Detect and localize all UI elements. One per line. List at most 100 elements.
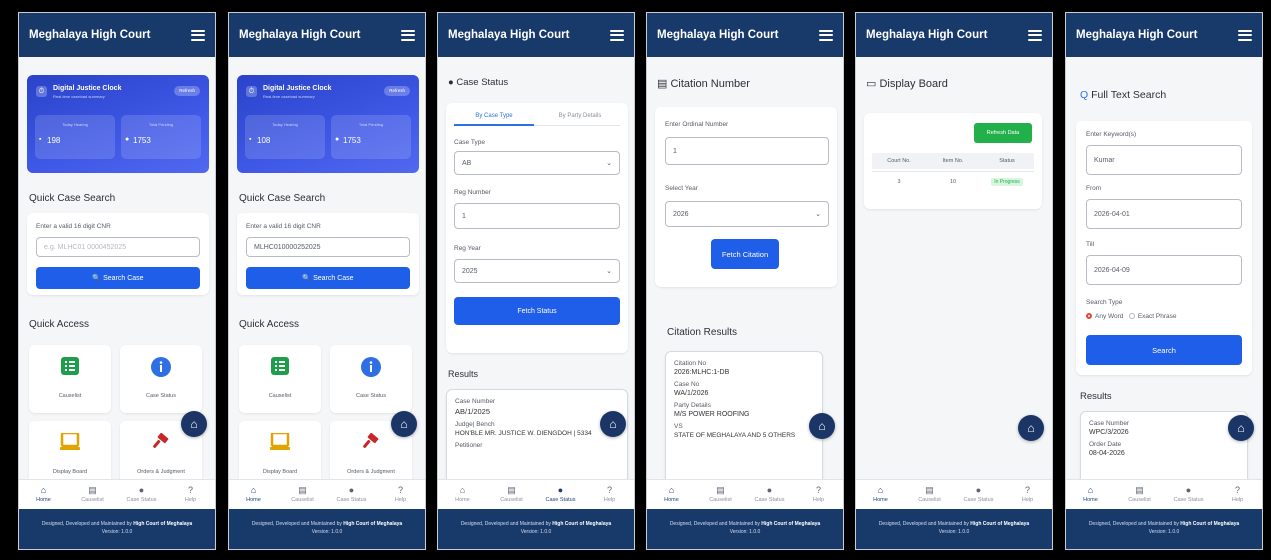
nav-home[interactable]: ⌂ Home [1066, 480, 1115, 509]
app-footer: Designed, Developed and Maintained by Hi… [229, 509, 425, 549]
nav-help[interactable]: ? Help [1003, 480, 1052, 509]
nav-help[interactable]: ? Help [376, 480, 425, 509]
nav-home[interactable]: ⌂ Home [438, 480, 487, 509]
radio-exact-phrase[interactable]: Exact Phrase [1128, 313, 1177, 320]
chevron-down-icon: ⌄ [606, 160, 612, 167]
nav-help[interactable]: ? Help [1213, 480, 1262, 509]
hamburger-icon[interactable] [401, 29, 415, 41]
result-vs: VS [674, 423, 683, 430]
refresh-button[interactable]: Refresh [174, 86, 200, 96]
refresh-button[interactable]: Refresh [384, 86, 410, 96]
nav-label: Home [873, 497, 888, 503]
fetch-status-button[interactable]: Fetch Status [454, 297, 620, 325]
search-case-label: Search Case [313, 274, 354, 282]
hamburger-icon[interactable] [819, 29, 833, 41]
year-select[interactable]: 2026 ⌄ [665, 201, 829, 227]
nav-label: Case Status [754, 497, 785, 503]
select-value: 2026 [673, 210, 689, 218]
tab-by-party-details[interactable]: By Party Details [540, 113, 620, 119]
tile-causelist[interactable]: Causelist [29, 345, 111, 413]
nav-case-status[interactable]: ● Case Status [327, 480, 376, 509]
keyword-input[interactable]: Kumar [1086, 145, 1242, 175]
result-party: M/S POWER ROOFING [674, 411, 750, 418]
tile-case-status[interactable]: Case Status [120, 345, 202, 413]
ordinal-input[interactable]: 1 [665, 137, 829, 165]
nav-causelist[interactable]: ▤ Causelist [905, 480, 954, 509]
result-label: Citation No [674, 360, 707, 367]
cnr-input[interactable]: e.g. MLHC01 0000452025 [36, 237, 200, 257]
nav-causelist[interactable]: ▤ Causelist [696, 480, 745, 509]
hamburger-icon[interactable] [1028, 29, 1042, 41]
footer-org: High Court of Meghalaya [133, 521, 193, 527]
help-icon: ? [815, 485, 821, 495]
result-label: Party Details [674, 402, 711, 409]
nav-case-status[interactable]: ● Case Status [954, 480, 1003, 509]
home-icon: ⌂ [250, 485, 257, 495]
home-fab[interactable]: ⌂ [181, 411, 207, 437]
result-case: WA/1/2026 [674, 390, 709, 397]
cnr-input[interactable]: MLHC010000252025 [246, 237, 410, 257]
help-icon: ? [187, 485, 193, 495]
result-order-date: 08-04-2026 [1089, 450, 1125, 457]
refresh-data-button[interactable]: Refresh Data [974, 123, 1032, 143]
till-label: Till [1086, 241, 1095, 248]
nav-causelist[interactable]: ▤ Causelist [278, 480, 327, 509]
nav-case-status[interactable]: ● Case Status [117, 480, 166, 509]
nav-label: Causelist [500, 497, 523, 503]
nav-case-status[interactable]: ● Case Status [536, 480, 585, 509]
search-case-button[interactable]: 🔍 Search Case [36, 267, 200, 289]
hamburger-icon[interactable] [610, 29, 624, 41]
app-footer: Designed, Developed and Maintained by Hi… [438, 509, 634, 549]
tile-display-board[interactable]: Display Board [239, 421, 321, 479]
nav-home[interactable]: ⌂ Home [229, 480, 278, 509]
result-label: Petitioner [455, 442, 483, 449]
reg-year-label: Reg Year [454, 245, 481, 252]
nav-help[interactable]: ? Help [585, 480, 634, 509]
nav-home[interactable]: ⌂ Home [856, 480, 905, 509]
home-fab[interactable]: ⌂ [1018, 415, 1044, 441]
nav-home[interactable]: ⌂ Home [19, 480, 68, 509]
from-date-input[interactable]: 2026-04-01 [1086, 199, 1242, 229]
search-case-button[interactable]: 🔍 Search Case [246, 267, 410, 289]
footer-org: High Court of Meghalaya [343, 521, 403, 527]
nav-label: Help [394, 497, 407, 503]
nav-help[interactable]: ? Help [166, 480, 215, 509]
fetch-citation-button[interactable]: Fetch Citation [711, 239, 779, 269]
nav-case-status[interactable]: ● Case Status [1164, 480, 1213, 509]
clock-icon: ⏱ [246, 86, 257, 97]
search-button[interactable]: Search [1086, 335, 1242, 365]
stat-value: 108 [257, 136, 271, 145]
home-fab[interactable]: ⌂ [391, 411, 417, 437]
till-date-input[interactable]: 2026-04-09 [1086, 255, 1242, 285]
hamburger-icon[interactable] [191, 29, 205, 41]
radio-label: Any Word [1095, 313, 1124, 320]
info-icon: ● [138, 485, 145, 495]
radio-any-word[interactable]: Any Word [1086, 313, 1123, 320]
app-footer: Designed, Developed and Maintained by Hi… [647, 509, 843, 549]
nav-causelist[interactable]: ▤ Causelist [68, 480, 117, 509]
nav-case-status[interactable]: ● Case Status [745, 480, 794, 509]
home-icon: ⌂ [818, 419, 826, 433]
results-heading: Results [448, 369, 479, 379]
nav-home[interactable]: ⌂ Home [647, 480, 696, 509]
nav-label: Causelist [291, 497, 314, 503]
nav-causelist[interactable]: ▤ Causelist [487, 480, 536, 509]
tile-display-board[interactable]: Display Board [29, 421, 111, 479]
reg-year-select[interactable]: 2025 ⌄ [454, 259, 620, 283]
nav-label: Help [1231, 497, 1244, 503]
home-fab[interactable]: ⌂ [600, 411, 626, 437]
reg-number-input[interactable]: 1 [454, 203, 620, 229]
home-fab[interactable]: ⌂ [809, 413, 835, 439]
hamburger-icon[interactable] [1238, 29, 1252, 41]
tile-case-status[interactable]: Case Status [330, 345, 412, 413]
tab-by-case-type[interactable]: By Case Type [454, 113, 534, 119]
search-form: Enter Keyword(s) Kumar From 2026-04-01 T… [1076, 121, 1252, 375]
case-type-select[interactable]: AB ⌄ [454, 151, 620, 175]
clock-title: Digital Justice Clock [263, 85, 332, 92]
help-icon: ? [1024, 485, 1030, 495]
home-fab[interactable]: ⌂ [1228, 415, 1254, 441]
nav-causelist[interactable]: ▤ Causelist [1115, 480, 1164, 509]
year-label: Select Year [665, 185, 698, 192]
tile-causelist[interactable]: Causelist [239, 345, 321, 413]
nav-help[interactable]: ? Help [794, 480, 843, 509]
